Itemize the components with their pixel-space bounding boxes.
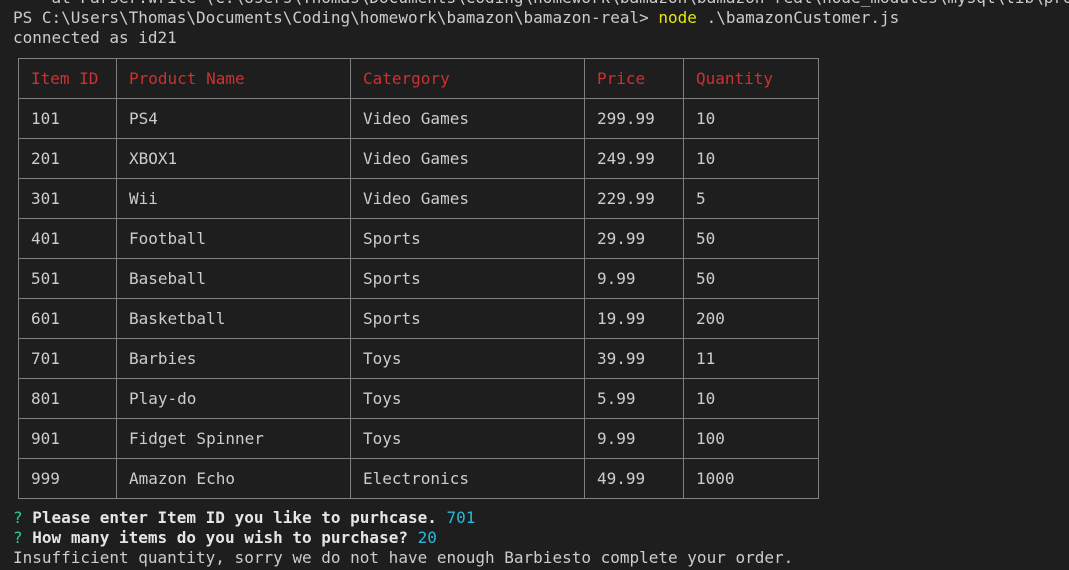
cell-quantity: 11 bbox=[683, 338, 819, 379]
products-table: Item ID Product Name Catergory Price Qua… bbox=[18, 58, 819, 499]
cell-quantity: 10 bbox=[683, 98, 819, 139]
cell-category: Toys bbox=[350, 378, 585, 419]
table-row: 999 Amazon Echo Electronics 49.99 1000 bbox=[18, 458, 819, 499]
cell-quantity: 50 bbox=[683, 258, 819, 299]
cell-item-id: 999 bbox=[18, 458, 117, 499]
cell-item-id: 701 bbox=[18, 338, 117, 379]
cell-item-id: 401 bbox=[18, 218, 117, 259]
cell-product-name: Football bbox=[116, 218, 351, 259]
cell-price: 9.99 bbox=[584, 258, 684, 299]
cell-category: Electronics bbox=[350, 458, 585, 499]
cell-quantity: 10 bbox=[683, 378, 819, 419]
cell-quantity: 10 bbox=[683, 138, 819, 179]
cell-price: 5.99 bbox=[584, 378, 684, 419]
cell-product-name: Fidget Spinner bbox=[116, 418, 351, 459]
cell-quantity: 5 bbox=[683, 178, 819, 219]
header-item-id: Item ID bbox=[18, 58, 117, 99]
cell-product-name: Basketball bbox=[116, 298, 351, 339]
cell-category: Video Games bbox=[350, 98, 585, 139]
cell-price: 29.99 bbox=[584, 218, 684, 259]
cell-category: Sports bbox=[350, 298, 585, 339]
quantity-question: How many items do you wish to purchase? bbox=[32, 528, 408, 547]
prompt-path: PS C:\Users\Thomas\Documents\Coding\home… bbox=[13, 8, 659, 27]
command-argument: .\bamazonCustomer.js bbox=[696, 8, 900, 27]
header-product-name: Product Name bbox=[116, 58, 351, 99]
terminal-panel[interactable]: at Parser.write (C:\Users\Thomas\Documen… bbox=[0, 0, 1069, 570]
cell-quantity: 1000 bbox=[683, 458, 819, 499]
table-row: 601 Basketball Sports 19.99 200 bbox=[18, 298, 819, 339]
stack-trace-line: at Parser.write (C:\Users\Thomas\Documen… bbox=[13, 0, 1069, 8]
cell-price: 9.99 bbox=[584, 418, 684, 459]
item-id-question: Please enter Item ID you like to purhcas… bbox=[32, 508, 437, 527]
cell-product-name: Wii bbox=[116, 178, 351, 219]
cell-category: Toys bbox=[350, 418, 585, 459]
connection-status: connected as id21 bbox=[13, 28, 177, 47]
cell-item-id: 901 bbox=[18, 418, 117, 459]
cell-product-name: Baseball bbox=[116, 258, 351, 299]
cell-quantity: 100 bbox=[683, 418, 819, 459]
cell-price: 49.99 bbox=[584, 458, 684, 499]
cell-price: 229.99 bbox=[584, 178, 684, 219]
cell-category: Sports bbox=[350, 258, 585, 299]
error-message: Insufficient quantity, sorry we do not h… bbox=[13, 548, 794, 567]
cell-product-name: PS4 bbox=[116, 98, 351, 139]
cell-quantity: 50 bbox=[683, 218, 819, 259]
cell-price: 39.99 bbox=[584, 338, 684, 379]
header-category: Catergory bbox=[350, 58, 585, 99]
header-quantity: Quantity bbox=[683, 58, 819, 99]
cell-item-id: 501 bbox=[18, 258, 117, 299]
cell-product-name: Amazon Echo bbox=[116, 458, 351, 499]
cell-category: Sports bbox=[350, 218, 585, 259]
cell-quantity: 200 bbox=[683, 298, 819, 339]
cell-price: 19.99 bbox=[584, 298, 684, 339]
command-name: node bbox=[658, 8, 697, 27]
cell-item-id: 101 bbox=[18, 98, 117, 139]
cell-category: Toys bbox=[350, 338, 585, 379]
header-price: Price bbox=[584, 58, 684, 99]
cell-product-name: Barbies bbox=[116, 338, 351, 379]
cell-item-id: 801 bbox=[18, 378, 117, 419]
table-row: 201 XBOX1 Video Games 249.99 10 bbox=[18, 138, 819, 179]
cell-item-id: 301 bbox=[18, 178, 117, 219]
cell-category: Video Games bbox=[350, 178, 585, 219]
table-row: 101 PS4 Video Games 299.99 10 bbox=[18, 98, 819, 139]
table-row: 501 Baseball Sports 9.99 50 bbox=[18, 258, 819, 299]
table-header-row: Item ID Product Name Catergory Price Qua… bbox=[18, 58, 819, 99]
quantity-prompt: ? How many items do you wish to purchase… bbox=[13, 528, 437, 548]
item-id-prompt: ? Please enter Item ID you like to purhc… bbox=[13, 508, 475, 528]
prompt-line: PS C:\Users\Thomas\Documents\Coding\home… bbox=[13, 8, 899, 28]
table-row: 901 Fidget Spinner Toys 9.99 100 bbox=[18, 418, 819, 459]
table-row: 401 Football Sports 29.99 50 bbox=[18, 218, 819, 259]
item-id-answer: 701 bbox=[446, 508, 476, 527]
cell-item-id: 601 bbox=[18, 298, 117, 339]
cell-category: Video Games bbox=[350, 138, 585, 179]
table-row: 801 Play-do Toys 5.99 10 bbox=[18, 378, 819, 419]
table-row: 301 Wii Video Games 229.99 5 bbox=[18, 178, 819, 219]
question-mark-icon: ? bbox=[13, 528, 23, 547]
quantity-answer: 20 bbox=[417, 528, 437, 547]
question-mark-icon: ? bbox=[13, 508, 23, 527]
cell-price: 299.99 bbox=[584, 98, 684, 139]
table-row: 701 Barbies Toys 39.99 11 bbox=[18, 338, 819, 379]
cell-product-name: XBOX1 bbox=[116, 138, 351, 179]
cell-product-name: Play-do bbox=[116, 378, 351, 419]
cell-price: 249.99 bbox=[584, 138, 684, 179]
cell-item-id: 201 bbox=[18, 138, 117, 179]
